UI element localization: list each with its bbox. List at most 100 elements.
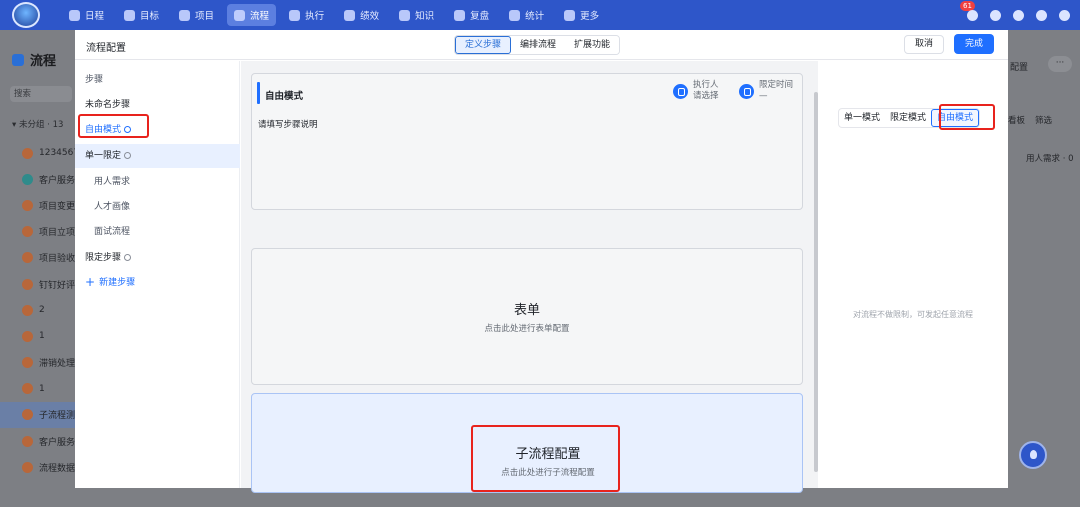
- nav-item-projects[interactable]: 项目: [172, 4, 221, 26]
- bg-group-label[interactable]: ▾ 未分组 · 13: [12, 118, 63, 130]
- tab-extensions[interactable]: 扩展功能: [565, 36, 620, 54]
- settings-icon[interactable]: [1036, 9, 1047, 21]
- bg-board-button[interactable]: 看板: [1008, 114, 1025, 126]
- modal-header: 流程配置 定义步骤 编排流程 扩展功能 取消 完成: [75, 30, 1008, 60]
- bg-page-title: 流程: [12, 50, 56, 69]
- performance-icon: [344, 9, 356, 21]
- executor-selector[interactable]: 执行人 请选择: [673, 80, 719, 102]
- help-icon[interactable]: [1059, 9, 1070, 21]
- done-button[interactable]: 完成: [954, 34, 994, 54]
- nav-item-more[interactable]: 更多: [557, 4, 606, 26]
- steps-panel: 步骤 未命名步骤 自由模式 单一限定 用人需求 人才画像 面试流程 限定步骤 +…: [75, 61, 240, 488]
- modal-title: 流程配置: [86, 43, 126, 54]
- list-item[interactable]: 1: [22, 376, 82, 402]
- process-icon: [22, 173, 33, 185]
- modal-tabs: 定义步骤 编排流程 扩展功能: [454, 35, 621, 55]
- step-sub-item[interactable]: 人才画像: [94, 199, 130, 212]
- grid-icon: [564, 9, 576, 21]
- process-icon: [22, 409, 33, 421]
- process-icon: [22, 304, 33, 316]
- mode-limited[interactable]: 限定模式: [885, 109, 931, 127]
- add-step-button[interactable]: + 新建步骤: [85, 274, 135, 289]
- step-editor: 自由模式 请填写步骤说明 执行人 请选择 限定时间 — 表单 点击此处进行表单配置 …: [241, 61, 818, 493]
- mode-panel: 单一模式 限定模式 自由模式 对流程不做限制，可发起任意流程: [818, 61, 1008, 488]
- bg-more-button[interactable]: ···: [1048, 56, 1072, 72]
- subflow-config-card[interactable]: 子流程配置 点击此处进行子流程配置: [251, 393, 803, 493]
- process-icon: [22, 461, 33, 473]
- step-sub-item[interactable]: 面试流程: [94, 224, 130, 237]
- nav-item-knowledge[interactable]: 知识: [392, 4, 441, 26]
- list-item[interactable]: 流程数据联通能力: [22, 454, 82, 480]
- nav-item-review[interactable]: 复盘: [447, 4, 496, 26]
- form-config-card[interactable]: 表单 点击此处进行表单配置: [251, 248, 803, 385]
- highlight-box: [939, 104, 995, 130]
- nav-item-execute[interactable]: 执行: [282, 4, 331, 26]
- deadline-selector[interactable]: 限定时间 —: [739, 80, 793, 102]
- assistant-float-button[interactable]: [1019, 441, 1047, 469]
- app-logo[interactable]: [12, 2, 40, 28]
- bell-icon[interactable]: [967, 9, 978, 21]
- list-item[interactable]: 项目变更: [22, 192, 82, 218]
- list-item-selected[interactable]: 子流程测: [0, 401, 82, 429]
- cancel-button[interactable]: 取消: [904, 35, 944, 54]
- search-icon[interactable]: [990, 9, 1001, 21]
- form-hint: 点击此处进行表单配置: [484, 324, 570, 334]
- step-limited[interactable]: 限定步骤: [85, 250, 132, 263]
- accent-bar: [257, 82, 260, 104]
- highlight-box: [471, 425, 620, 492]
- plus-icon: +: [85, 274, 96, 289]
- bg-config-label[interactable]: 配置: [1010, 60, 1028, 73]
- tab-define-steps[interactable]: 定义步骤: [455, 36, 512, 54]
- main-nav: 日程 目标 项目 流程 执行 绩效 知识 复盘 统计 更多: [62, 0, 612, 30]
- step-sub-item[interactable]: 用人需求: [94, 174, 130, 187]
- process-icon: [234, 9, 246, 21]
- process-icon: [22, 226, 33, 238]
- step-single-limit[interactable]: 单一限定: [85, 148, 132, 161]
- gear-icon: [124, 254, 132, 261]
- mode-single[interactable]: 单一模式: [839, 109, 885, 127]
- process-icon: [22, 278, 33, 290]
- process-icon: [22, 147, 33, 159]
- highlight-box: [78, 114, 149, 138]
- process-icon: [22, 252, 33, 264]
- step-card[interactable]: 自由模式 请填写步骤说明 执行人 请选择 限定时间 —: [251, 73, 803, 210]
- steps-header: 步骤: [85, 75, 104, 85]
- bg-column-header: 用人需求 · 0: [1026, 154, 1074, 164]
- step-unnamed[interactable]: 未命名步骤: [85, 97, 130, 110]
- nav-item-performance[interactable]: 绩效: [337, 4, 386, 26]
- list-item[interactable]: 2: [22, 297, 82, 323]
- list-item[interactable]: 客户服务: [22, 166, 82, 192]
- process-icon: [22, 383, 33, 395]
- nav-item-process[interactable]: 流程: [227, 4, 277, 26]
- nav-item-goals[interactable]: 目标: [117, 4, 166, 26]
- nav-item-statistics[interactable]: 统计: [502, 4, 551, 26]
- gear-icon: [124, 152, 132, 159]
- target-icon: [124, 9, 136, 21]
- book-icon: [399, 9, 411, 21]
- list-item[interactable]: 项目验收: [22, 245, 82, 271]
- process-icon: [22, 199, 33, 211]
- review-icon: [454, 9, 466, 21]
- bg-board-tools: 看板 筛选: [1008, 114, 1052, 126]
- list-item[interactable]: 12345678: [22, 140, 82, 166]
- top-navigation-bar: 日程 目标 项目 流程 执行 绩效 知识 复盘 统计 更多 61: [0, 0, 1080, 30]
- top-right-tools: [967, 0, 1070, 30]
- user-icon[interactable]: [1013, 9, 1024, 21]
- user-icon: [673, 84, 688, 99]
- bg-filter-button[interactable]: 筛选: [1035, 114, 1052, 126]
- bg-search-input[interactable]: 搜索: [10, 86, 72, 102]
- step-description-input[interactable]: 请填写步骤说明: [258, 118, 318, 130]
- step-card-title: 自由模式: [265, 91, 304, 102]
- nav-item-schedule[interactable]: 日程: [62, 4, 111, 26]
- tab-orchestrate[interactable]: 编排流程: [511, 36, 566, 54]
- cube-icon: [179, 9, 191, 21]
- list-item[interactable]: 客户服务: [22, 428, 82, 454]
- execute-icon: [289, 9, 301, 21]
- list-item[interactable]: 项目立项: [22, 219, 82, 245]
- list-item[interactable]: 钉钉好评: [22, 271, 82, 297]
- process-icon: [22, 435, 33, 447]
- list-item[interactable]: 1: [22, 323, 82, 349]
- mode-hint: 对流程不做限制，可发起任意流程: [853, 310, 973, 319]
- calendar-icon: [69, 9, 80, 21]
- list-item[interactable]: 滞销处理: [22, 350, 82, 376]
